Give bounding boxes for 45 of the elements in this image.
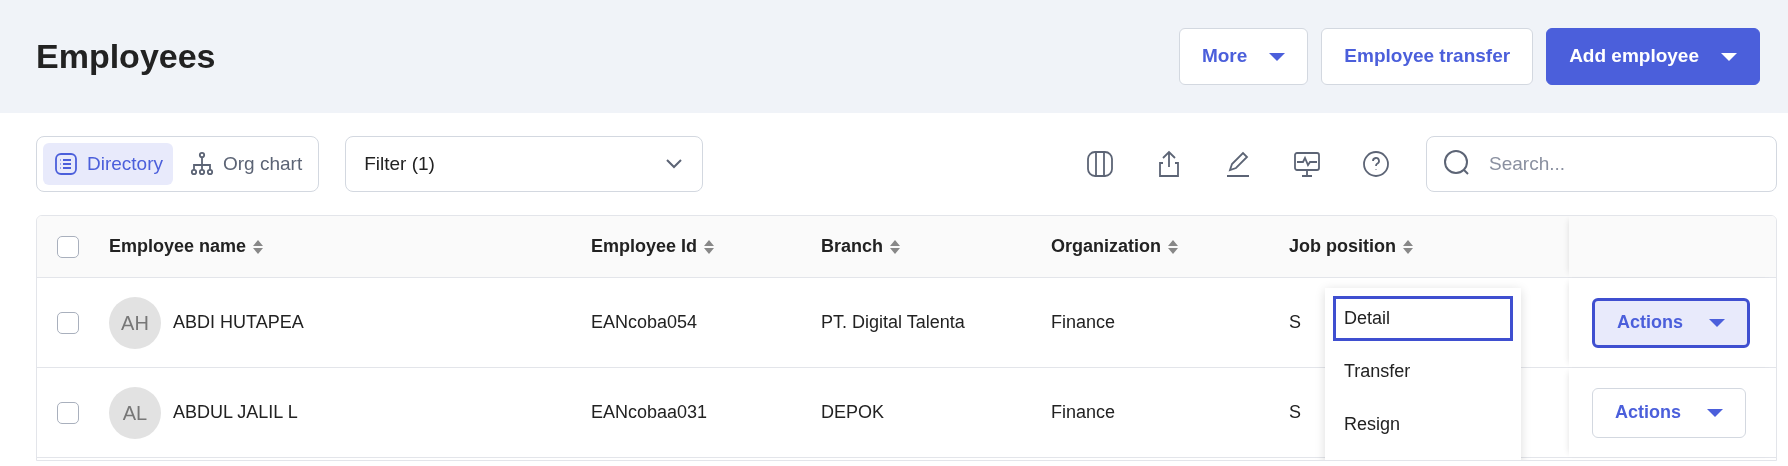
sort-icon[interactable] (703, 238, 716, 255)
columns-icon[interactable] (1084, 148, 1116, 180)
menu-item[interactable]: Detail (1333, 296, 1513, 341)
more-button[interactable]: More (1178, 28, 1309, 85)
job-position: S (1289, 312, 1301, 332)
column-header[interactable]: Job position (1289, 233, 1396, 260)
column-header[interactable]: Employee Id (591, 233, 698, 260)
filter-dropdown[interactable]: Filter (1) (345, 136, 704, 192)
sort-icon[interactable] (889, 238, 901, 255)
sort-icon[interactable] (252, 238, 265, 255)
actions-button[interactable]: Actions (1592, 297, 1750, 348)
avatar: AL (109, 386, 161, 439)
chevron-down-icon (664, 158, 685, 170)
column-header[interactable]: Organization (1051, 233, 1161, 260)
search-field[interactable]: Search... (1426, 136, 1777, 192)
hierarchy-icon (189, 151, 215, 177)
select-all-checkbox[interactable] (57, 235, 79, 258)
caret-icon (1707, 408, 1723, 417)
column-header[interactable]: Branch (821, 233, 883, 260)
branch-name: PT. Digital Talenta (821, 312, 965, 332)
actions-button[interactable]: Actions (1592, 387, 1746, 438)
help-icon[interactable] (1360, 148, 1392, 180)
organization-name: Finance (1051, 312, 1116, 332)
view-tab[interactable]: Directory (43, 143, 173, 185)
row-checkbox[interactable] (57, 401, 79, 424)
organization-name: Finance (1051, 402, 1116, 422)
page-title: Employees (36, 36, 216, 77)
list-icon (53, 151, 79, 177)
sort-icon[interactable] (1402, 238, 1414, 255)
column-header[interactable]: Employee name (109, 233, 247, 260)
employee-name: ABDI HUTAPEA (173, 311, 304, 334)
caret-icon (1721, 52, 1737, 61)
employee-id: EANcobaa031 (591, 402, 708, 422)
row-checkbox[interactable] (57, 311, 79, 334)
avatar: AH (109, 296, 161, 349)
sort-icon[interactable] (1167, 238, 1179, 255)
caret-icon (1709, 318, 1725, 327)
employee-name: ABDUL JALIL L (173, 401, 298, 424)
add-button[interactable]: Add employee (1546, 28, 1760, 85)
transfer-button[interactable]: Employee transfer (1321, 28, 1534, 85)
job-position: S (1289, 402, 1301, 422)
employee-id: EANcoba054 (591, 312, 698, 332)
caret-icon (1269, 52, 1286, 61)
view-tab[interactable]: Org chart (179, 143, 313, 185)
branch-name: DEPOK (821, 402, 885, 422)
